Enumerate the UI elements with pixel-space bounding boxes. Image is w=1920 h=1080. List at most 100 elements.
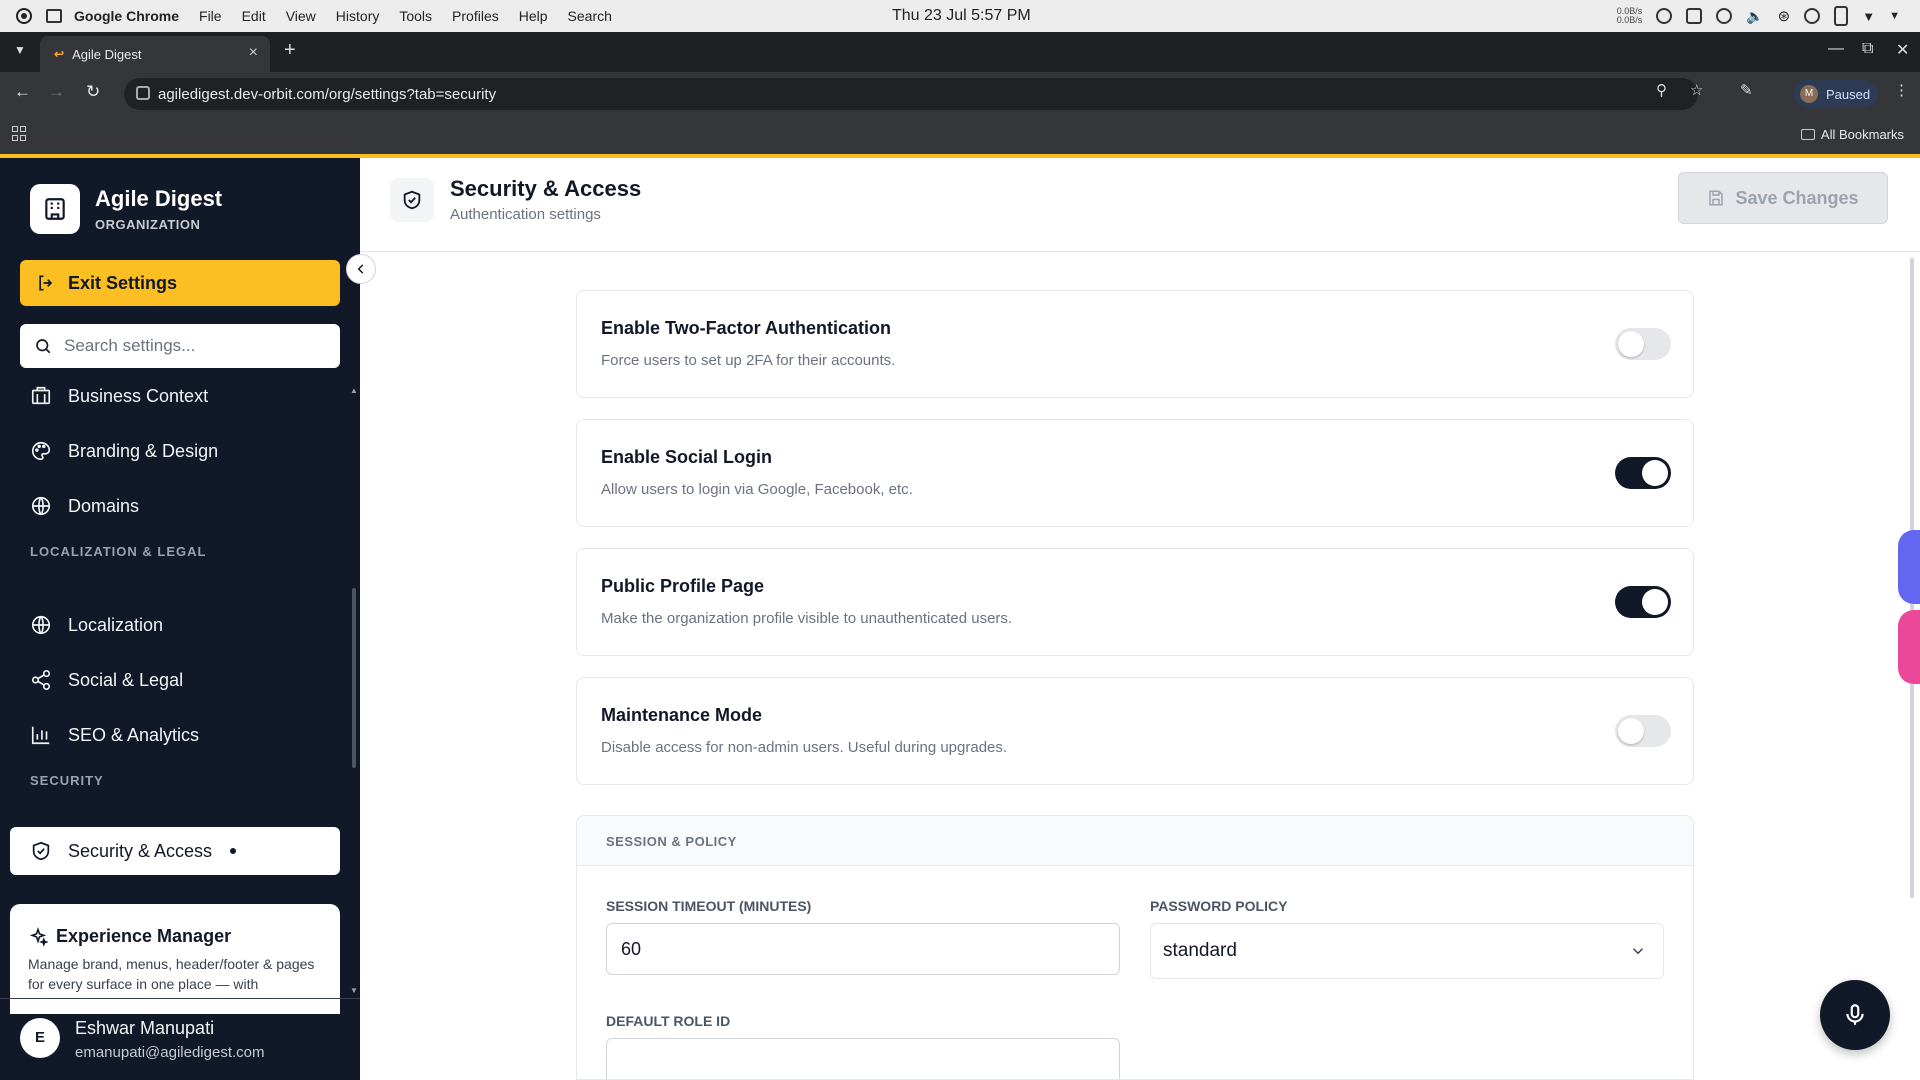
clipboard-icon[interactable]: [1686, 8, 1703, 24]
profile-status: Paused: [1826, 86, 1871, 102]
settings-icon[interactable]: [1804, 8, 1821, 24]
sidebar-item-label: Domains: [68, 495, 140, 516]
sidebar-nav: Business Context Branding & Design Domai…: [0, 372, 360, 957]
tab-search-icon[interactable]: ▼: [10, 40, 30, 60]
zoom-icon[interactable]: ⚲: [1656, 81, 1667, 99]
sidebar-divider: [0, 998, 360, 999]
sidebar-item-localization[interactable]: Localization: [10, 601, 340, 649]
maximize-icon[interactable]: ⧉: [1862, 40, 1873, 58]
extensions-icon[interactable]: ✎: [1740, 81, 1753, 99]
sidebar-item-label: Business Context: [68, 385, 209, 406]
user-email: emanupati@agiledigest.com: [75, 1044, 265, 1061]
settings-sidebar: Agile Digest ORGANIZATION Exit Settings …: [0, 158, 360, 1080]
menu-search[interactable]: Search: [568, 8, 612, 24]
building-icon: [31, 386, 51, 405]
session-policy-title: SESSION & POLICY: [606, 834, 737, 849]
social-login-toggle[interactable]: [1615, 457, 1671, 489]
new-tab-icon[interactable]: +: [284, 40, 296, 60]
bar-chart-icon: [31, 726, 50, 745]
menu-tools[interactable]: Tools: [399, 8, 432, 24]
scroll-up-arrow[interactable]: ▲: [350, 386, 358, 395]
profile-avatar: M: [1800, 85, 1818, 103]
setting-description: Disable access for non-admin users. Usef…: [601, 739, 1008, 756]
setting-description: Make the organization profile visible to…: [601, 610, 1013, 627]
back-icon[interactable]: ←: [14, 82, 31, 102]
save-changes-button[interactable]: Save Changes: [1678, 172, 1888, 224]
sidebar-item-seo-analytics[interactable]: SEO & Analytics: [10, 711, 340, 759]
session-timeout-input[interactable]: 60: [606, 923, 1120, 975]
save-icon: [1709, 190, 1724, 206]
experience-title-text: Experience Manager: [56, 926, 232, 946]
profile-button[interactable]: M Paused: [1794, 80, 1878, 108]
sidebar-item-label: Security & Access: [68, 840, 213, 861]
menu-history[interactable]: History: [336, 8, 380, 24]
forward-icon[interactable]: →: [48, 82, 65, 102]
battery-icon[interactable]: [1834, 6, 1849, 26]
floating-side-tab-blue[interactable]: [1898, 530, 1920, 604]
menu-help[interactable]: Help: [519, 8, 548, 24]
user-avatar[interactable]: E: [20, 1018, 60, 1058]
session-policy-header: SESSION & POLICY: [577, 816, 1693, 866]
all-bookmarks[interactable]: All Bookmarks: [1800, 127, 1904, 142]
reload-icon[interactable]: ↻: [86, 82, 100, 102]
browser-toolbar: ← → ↻ agiledigest.dev-orbit.com/org/sett…: [0, 72, 1920, 116]
org-type: ORGANIZATION: [95, 217, 201, 232]
minimize-icon[interactable]: —: [1828, 40, 1844, 58]
bluetooth-icon[interactable]: ⊛: [1778, 7, 1791, 25]
os-clock[interactable]: Thu 23 Jul 5:57 PM: [892, 7, 1031, 25]
maintenance-mode-toggle[interactable]: [1615, 715, 1671, 747]
page-title: Security & Access: [450, 176, 642, 201]
default-role-input[interactable]: [606, 1038, 1120, 1079]
settings-search-input[interactable]: Search settings...: [20, 324, 340, 368]
bookmark-star-icon[interactable]: ☆: [1690, 81, 1703, 99]
public-profile-toggle[interactable]: [1615, 586, 1671, 618]
experience-manager-description: Manage brand, menus, header/footer & pag…: [28, 956, 315, 992]
menu-file[interactable]: File: [199, 8, 222, 24]
toggle-knob: [1618, 331, 1644, 357]
more-menu-icon[interactable]: ⋮: [1894, 81, 1909, 99]
setting-title: Enable Two-Factor Authentication: [601, 318, 892, 338]
two-factor-toggle[interactable]: [1615, 328, 1671, 360]
apps-grid-icon[interactable]: [12, 126, 28, 142]
sidebar-scrollbar[interactable]: [352, 588, 356, 768]
exit-settings-button[interactable]: Exit Settings: [20, 260, 340, 306]
site-info-icon[interactable]: [136, 86, 150, 100]
sidebar-item-branding-design[interactable]: Branding & Design: [10, 427, 340, 475]
toggle-knob: [1642, 589, 1668, 615]
setting-title: Public Profile Page: [601, 576, 765, 596]
setting-card-public-profile: Public Profile Page Make the organizatio…: [576, 548, 1694, 656]
system-menu-icon[interactable]: [16, 8, 32, 24]
pause-icon[interactable]: [1716, 8, 1733, 24]
power-icon[interactable]: [1656, 8, 1673, 24]
experience-manager-title: Experience Manager: [28, 926, 231, 947]
user-name: Eshwar Manupati: [75, 1018, 215, 1038]
window-switcher-icon[interactable]: [46, 9, 62, 23]
menu-view[interactable]: View: [286, 8, 316, 24]
sidebar-item-label: SEO & Analytics: [68, 724, 200, 745]
page-header: Security & Access Authentication setting…: [360, 158, 1920, 252]
tab-agile-digest[interactable]: ↩ Agile Digest ×: [40, 36, 270, 72]
exit-icon: [39, 275, 53, 291]
collapse-sidebar-button[interactable]: [346, 254, 376, 284]
sidebar-item-business-context[interactable]: Business Context: [10, 372, 340, 420]
voice-input-button[interactable]: [1820, 980, 1890, 1050]
net-down: 0.0B/s: [1616, 15, 1643, 25]
sidebar-item-security-access[interactable]: Security & Access: [10, 827, 340, 875]
volume-icon[interactable]: 🔈: [1746, 8, 1763, 25]
close-icon[interactable]: ×: [249, 44, 258, 62]
window-close-icon[interactable]: ✕: [1896, 40, 1909, 60]
sidebar-item-domains[interactable]: Domains: [10, 482, 340, 530]
menu-profiles[interactable]: Profiles: [452, 8, 499, 24]
menu-edit[interactable]: Edit: [242, 8, 266, 24]
all-bookmarks-label: All Bookmarks: [1820, 127, 1904, 142]
microphone-icon: [1846, 1004, 1864, 1025]
scroll-down-arrow[interactable]: ▼: [350, 986, 358, 995]
share-icon: [31, 670, 51, 690]
address-bar[interactable]: agiledigest.dev-orbit.com/org/settings?t…: [124, 78, 1698, 110]
sidebar-item-social-legal[interactable]: Social & Legal: [10, 656, 340, 704]
globe-icon: [31, 496, 51, 516]
chevron-down-icon[interactable]: ▼: [1889, 10, 1900, 22]
password-policy-select[interactable]: standard: [1150, 923, 1664, 979]
wifi-icon[interactable]: ▼: [1862, 9, 1875, 24]
floating-side-tab-pink[interactable]: [1898, 610, 1920, 684]
